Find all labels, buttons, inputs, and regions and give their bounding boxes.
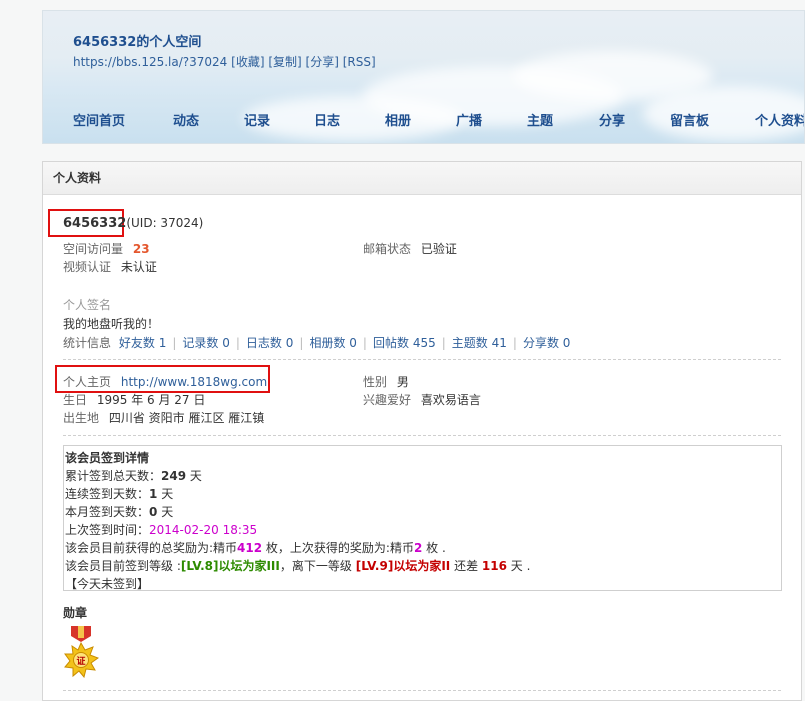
- gender-value: 男: [396, 375, 409, 389]
- signin-title: 该会员签到详情: [65, 451, 150, 465]
- divider: [63, 435, 781, 436]
- stats-label: 统计信息: [63, 336, 112, 350]
- share-link[interactable]: [分享]: [306, 55, 339, 69]
- stat-albums[interactable]: 相册数 0: [309, 336, 356, 350]
- stat-threads[interactable]: 主题数 41: [452, 336, 507, 350]
- birthplace-label: 出生地: [63, 411, 100, 425]
- visits-value: 23: [132, 242, 150, 256]
- stats-row: 统计信息 好友数 1 | 记录数 0 | 日志数 0 | 相册数 0 | 回帖数 455 | 主题数…: [63, 336, 571, 350]
- uid: (UID: 37024): [126, 216, 204, 230]
- signin-details-box: 该会员签到详情 累计签到总天数：249 天 连续签到天数：1 天 本月签到天数：…: [63, 445, 782, 591]
- space-url-link[interactable]: https://bbs.125.la/?37024: [73, 55, 227, 69]
- stat-records[interactable]: 记录数 0: [182, 336, 229, 350]
- video-value: 未认证: [120, 260, 157, 274]
- nav-feed[interactable]: 动态: [173, 110, 199, 129]
- video-row: 视频认证 未认证: [63, 258, 157, 275]
- email-value: 已验证: [420, 242, 457, 256]
- signin-today-status: 【今天未签到】: [65, 577, 150, 591]
- homepage-link[interactable]: http://www.1818wg.com: [121, 375, 267, 389]
- stat-blogs[interactable]: 日志数 0: [246, 336, 293, 350]
- medal-badge-char: 证: [76, 656, 85, 667]
- level-next: [LV.9]以坛为家II: [355, 559, 451, 573]
- signin-last-row: 上次签到时间：2014-02-20 18:35: [65, 523, 258, 537]
- nav-threads[interactable]: 主题: [527, 110, 553, 129]
- panel-title: 个人资料: [43, 162, 801, 195]
- nav-broadcast[interactable]: 广播: [456, 110, 482, 129]
- divider: [63, 359, 781, 360]
- signin-streak-row: 连续签到天数：1 天: [65, 487, 174, 501]
- space-url-line: https://bbs.125.la/?37024 [收藏] [复制] [分享]…: [73, 53, 376, 70]
- nav-records[interactable]: 记录: [244, 110, 270, 129]
- nav-guestbook[interactable]: 留言板: [670, 110, 709, 129]
- signature-value: 我的地盘听我的！: [63, 317, 160, 331]
- space-header: 6456332的个人空间 https://bbs.125.la/?37024 […: [42, 10, 805, 144]
- birthday-label: 生日: [63, 393, 88, 407]
- nav-blog[interactable]: 日志: [314, 110, 340, 129]
- hobby-row: 兴趣爱好 喜欢易语言: [363, 391, 481, 408]
- nav-share[interactable]: 分享: [599, 110, 625, 129]
- homepage-row: 个人主页 http://www.1818wg.com: [63, 373, 267, 390]
- hobby-label: 兴趣爱好: [363, 393, 412, 407]
- hobby-value: 喜欢易语言: [420, 393, 481, 407]
- birthday-value: 1995 年 6 月 27 日: [96, 393, 206, 407]
- medal-badge-icon[interactable]: 证: [63, 626, 100, 679]
- level-gap: 116: [481, 559, 507, 573]
- stat-replies[interactable]: 回帖数 455: [373, 336, 436, 350]
- favorite-link[interactable]: [收藏]: [231, 55, 264, 69]
- username: 6456332: [63, 216, 127, 231]
- gender-row: 性别 男: [363, 373, 409, 390]
- email-row: 邮箱状态 已验证: [363, 240, 457, 257]
- nav-profile[interactable]: 个人资料: [755, 110, 804, 129]
- level-current: [LV.8]以坛为家III: [180, 559, 280, 573]
- space-title[interactable]: 6456332的个人空间: [73, 31, 201, 50]
- signin-level-row: 该会员目前签到等级 :[LV.8]以坛为家III，离下一等级 [LV.9]以坛为…: [65, 559, 531, 573]
- medals-title: 勋章: [63, 606, 88, 620]
- signin-month-row: 本月签到天数：0 天: [65, 505, 174, 519]
- email-label: 邮箱状态: [363, 242, 412, 256]
- nav-album[interactable]: 相册: [385, 110, 411, 129]
- reward-total: 412: [237, 541, 263, 555]
- divider: [63, 690, 781, 691]
- signin-total-row: 累计签到总天数：249 天: [65, 469, 202, 483]
- stat-friends[interactable]: 好友数 1: [119, 336, 166, 350]
- stat-shares[interactable]: 分享数 0: [523, 336, 570, 350]
- signin-last-value: 2014-02-20 18:35: [149, 523, 258, 537]
- birthplace-row: 出生地 四川省 资阳市 雁江区 雁江镇: [63, 409, 264, 426]
- visits-row: 空间访问量 23: [63, 240, 150, 257]
- video-label: 视频认证: [63, 260, 112, 274]
- birthday-row: 生日 1995 年 6 月 27 日: [63, 391, 205, 408]
- username-line: 6456332(UID: 37024): [63, 216, 203, 231]
- signature-label: 个人签名: [63, 298, 112, 312]
- gender-label: 性别: [363, 375, 388, 389]
- profile-panel: 个人资料 6456332(UID: 37024) 空间访问量 23 邮箱状态 已…: [42, 161, 802, 701]
- nav-home[interactable]: 空间首页: [73, 110, 125, 129]
- rss-link[interactable]: [RSS]: [343, 55, 376, 69]
- homepage-label: 个人主页: [63, 375, 112, 389]
- visits-label: 空间访问量: [63, 242, 124, 256]
- signin-reward-row: 该会员目前获得的总奖励为:精币412 枚，上次获得的奖励为:精币2 枚 .: [65, 541, 446, 555]
- copy-link[interactable]: [复制]: [268, 55, 301, 69]
- signin-total-value: 249: [161, 469, 187, 483]
- birthplace-value: 四川省 资阳市 雁江区 雁江镇: [108, 411, 265, 425]
